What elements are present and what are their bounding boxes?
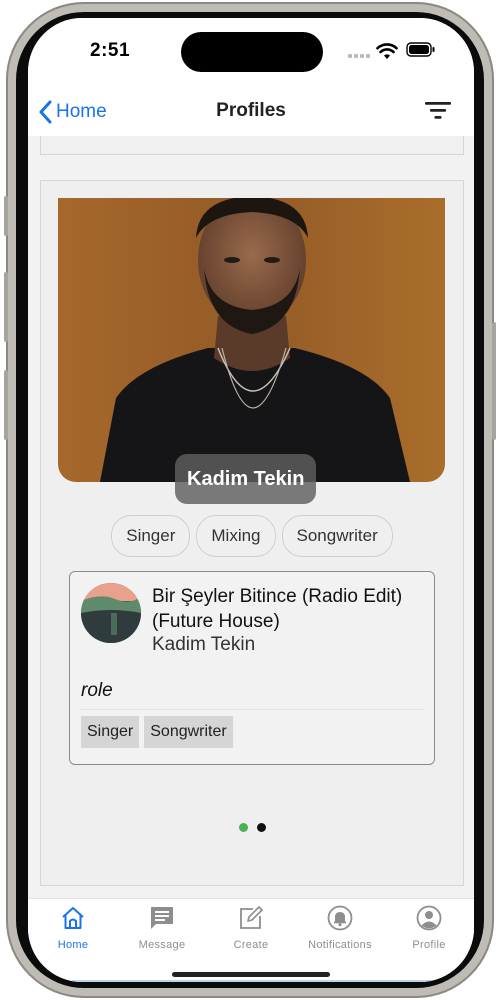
home-icon [62, 907, 84, 929]
battery-icon [406, 42, 435, 57]
role-chip[interactable]: Singer [111, 515, 191, 557]
message-icon [151, 907, 173, 929]
role-chip[interactable]: Songwriter [281, 515, 393, 557]
previous-profile-card [40, 136, 464, 155]
profile-name: Kadim Tekin [175, 454, 317, 504]
divider [81, 709, 423, 710]
dynamic-island [181, 32, 323, 72]
wifi-icon [376, 43, 398, 59]
person-icon [416, 905, 442, 931]
song-card[interactable]: Bir Şeyler Bitince (Radio Edit) (Future … [69, 571, 435, 765]
bell-icon [327, 905, 353, 931]
create-icon [240, 906, 263, 929]
tab-create[interactable]: Create [211, 905, 291, 951]
tab-bar: Home Message Create Notifications Profil… [28, 898, 474, 982]
phone-power-button [492, 322, 496, 440]
phone-volume-down [4, 370, 8, 440]
song-role-tag: Singer [81, 716, 140, 748]
profile-roles: Singer Mixing Songwriter [41, 515, 463, 557]
page-dot-active[interactable] [238, 823, 248, 832]
tab-profile[interactable]: Profile [389, 905, 469, 951]
page-dot[interactable] [256, 823, 266, 832]
song-title[interactable]: Bir Şeyler Bitince (Radio Edit) (Future … [152, 584, 426, 634]
status-bar: 2:51 [28, 18, 474, 88]
tab-home[interactable]: Home [33, 905, 113, 951]
phone-side-button [4, 196, 8, 236]
profile-card[interactable]: Kadim Tekin Singer Mixing Songwriter Bir [40, 180, 464, 886]
page-indicator[interactable] [41, 823, 463, 832]
home-indicator[interactable] [172, 972, 330, 977]
tab-profile-label: Profile [412, 939, 446, 951]
song-role-tag: Songwriter [144, 716, 233, 748]
song-role-tags: Singer Songwriter [81, 716, 233, 748]
tab-bar-accent [72, 980, 432, 982]
screen: 2:51 Home Profiles Kadim Tekin Singer Mi… [28, 18, 474, 982]
role-heading: role [81, 680, 113, 701]
profile-photo-image [58, 198, 445, 482]
page-title: Profiles [216, 100, 286, 121]
signal-icon [348, 54, 370, 58]
profile-photo[interactable] [58, 198, 445, 482]
tab-message[interactable]: Message [122, 905, 202, 951]
role-chip[interactable]: Mixing [196, 515, 276, 557]
filter-button[interactable] [424, 100, 454, 124]
filter-icon [425, 102, 451, 119]
song-artist[interactable]: Kadim Tekin [152, 634, 255, 656]
status-time: 2:51 [90, 40, 131, 61]
tab-notifications-label: Notifications [308, 939, 372, 951]
tab-home-label: Home [57, 939, 89, 951]
tab-notifications[interactable]: Notifications [300, 905, 380, 951]
phone-volume-up [4, 272, 8, 342]
profiles-feed[interactable]: Kadim Tekin Singer Mixing Songwriter Bir [28, 136, 474, 898]
navigation-bar: Home Profiles [28, 88, 474, 136]
tab-message-label: Message [138, 939, 186, 951]
song-cover-art [81, 583, 141, 643]
tab-create-label: Create [233, 939, 269, 951]
